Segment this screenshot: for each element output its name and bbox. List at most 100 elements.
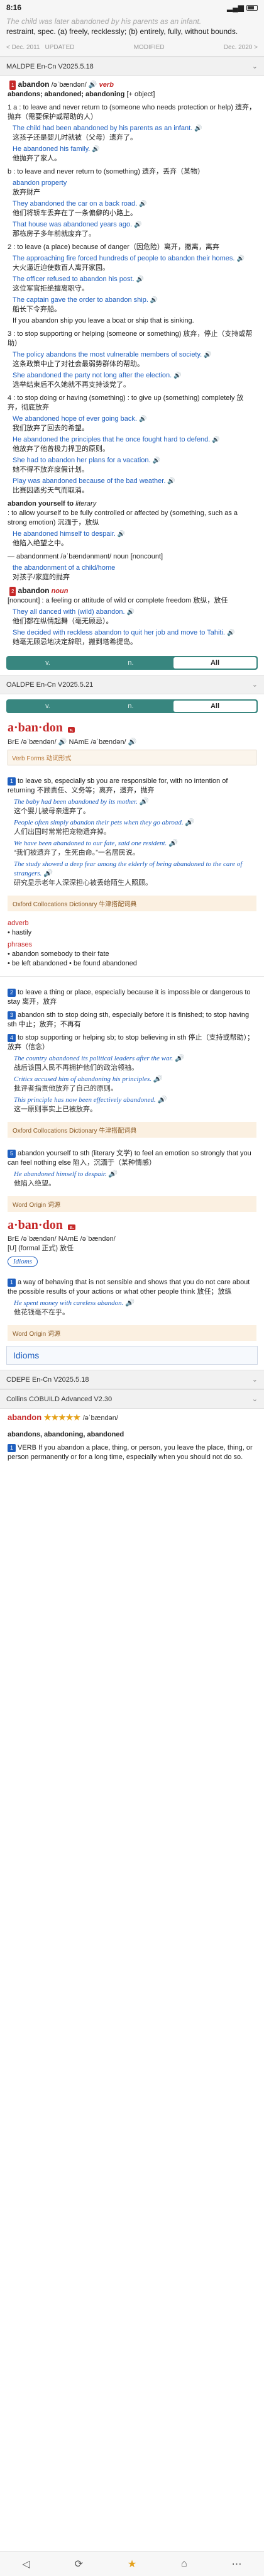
dict-title: CDEPE En-Cn V2025.5.18 <box>6 1375 89 1384</box>
modified-label: MODIFIED <box>133 44 165 51</box>
phrase-def: : to allow yourself to be fully controll… <box>8 509 238 526</box>
sense: b : to leave and never return to (someth… <box>8 168 205 175</box>
register-label: literary <box>75 500 97 508</box>
history-icon[interactable]: ⟳ <box>75 2558 83 2570</box>
dict-header-cobuild[interactable]: Collins COBUILD Advanced V2.30 ⌄ <box>0 1389 264 1409</box>
collocations-toggle[interactable]: Oxford Collocations Dictionary 牛津搭配词典 <box>8 896 256 911</box>
tab-all[interactable]: All <box>173 701 256 712</box>
cobuild-entry: abandons, abandoning, abandoned 1 VERB If… <box>8 1431 253 1461</box>
collocations-list: adverb • hastily phrases • abandon someb… <box>8 919 137 967</box>
example: abandon property 放弃财产 <box>13 179 67 196</box>
example: Play was abandoned because of the bad we… <box>13 477 175 494</box>
example: We abandoned hope of ever going back. 🔊 我们… <box>13 415 147 432</box>
signal-icon: ▂▄▆ <box>227 3 244 12</box>
noun-def: [noncount] : a feeling or attitude of wi… <box>8 597 228 604</box>
status-icons: ▂▄▆ <box>227 3 258 12</box>
battery-icon <box>246 4 258 11</box>
example: He abandoned himself to despair. 🔊 他陷入绝望。 <box>14 1170 118 1187</box>
sense: to leave sb, especially sb you are respo… <box>8 777 228 794</box>
home-icon[interactable]: ⌂ <box>181 2558 187 2570</box>
more-icon[interactable]: ⋯ <box>232 2558 242 2570</box>
example: This principle has now been effectively … <box>14 1096 167 1113</box>
cobuild-headword: abandon ★★★★★ /əˈbændən/ <box>8 1413 118 1422</box>
dict-header-oaldpe[interactable]: OALDPE En-Cn V2025.5.21 ⌄ <box>0 675 264 694</box>
example: She decided with reckless abandon to qui… <box>13 629 235 646</box>
oald-entry-2: 2 to leave a thing or place, especially b… <box>0 980 264 1118</box>
tab-noun[interactable]: n. <box>89 702 172 710</box>
example: the abandonment of a child/home 对孩子/家庭的抛弃 <box>13 564 116 581</box>
favorite-icon[interactable]: ★ <box>128 2558 136 2570</box>
frequency-stars: ★★★★★ <box>43 1413 81 1422</box>
collapse-icon[interactable]: ⌄ <box>252 680 258 689</box>
headword: abandon <box>18 80 50 89</box>
updated-label: UPDATED <box>45 44 75 51</box>
example: The approaching fire forced hundreds of … <box>13 255 245 272</box>
dict-title: Collins COBUILD Advanced V2.30 <box>6 1395 113 1403</box>
word-origin-toggle[interactable]: Word Origin 词源 <box>8 1196 256 1212</box>
prev-revision-link[interactable]: < Dec. 2011 <box>6 44 40 51</box>
noun-headword: a·ban·don n. <box>0 1216 264 1235</box>
speaker-icon[interactable]: 🔊 <box>89 81 97 89</box>
clock: 8:16 <box>6 3 22 12</box>
pronunciation: /əˈbændən/ <box>51 81 87 89</box>
tab-verb[interactable]: v. <box>6 702 89 710</box>
revision-nav: < Dec. 2011 UPDATED MODIFIED Dec. 2020 > <box>0 39 264 57</box>
example: The captain gave the order to abandon sh… <box>13 296 158 313</box>
phrase: abandon yourself to <box>8 500 74 508</box>
idioms-tag[interactable]: Idioms <box>8 1257 38 1267</box>
collapse-icon[interactable]: ⌄ <box>252 1375 258 1384</box>
example: People often simply abandon their pets w… <box>14 819 194 836</box>
headword: abandon <box>18 586 50 595</box>
noun-pron: BrE /əˈbændən/ NAmE /əˈbændən/ <box>8 1235 116 1243</box>
noun-usage: [U] (formal 正式) 放任 <box>8 1245 74 1252</box>
etymology-card: The child was later abandoned by his par… <box>0 15 264 39</box>
grammar-label: [+ object] <box>126 91 155 98</box>
collapse-icon[interactable]: ⌄ <box>252 62 258 70</box>
example: The baby had been abandoned by its mothe… <box>14 798 148 815</box>
next-revision-link[interactable]: Dec. 2020 > <box>224 44 258 51</box>
collapse-icon[interactable]: ⌄ <box>252 1395 258 1403</box>
sense: 2 : to leave (a place) because of danger… <box>8 243 219 251</box>
tab-noun[interactable]: n. <box>89 659 172 667</box>
example: The officer refused to abandon his post.… <box>13 275 145 292</box>
example: She had to abandon her plans for a vacat… <box>13 457 161 474</box>
example: They abandoned the car on a back road. 🔊 他… <box>13 200 147 217</box>
status-bar: 8:16 ▂▄▆ <box>0 0 264 15</box>
part-of-speech: verb <box>99 81 114 89</box>
entry-number-badge: 1 <box>9 80 16 90</box>
oald-entry: 1 to leave sb, especially sb you are resp… <box>0 769 264 892</box>
derived-form: — abandonment /əˈbændənmənt/ noun [nonco… <box>8 553 163 560</box>
word-origin-toggle[interactable]: Word Origin 词源 <box>8 1325 256 1341</box>
tab-verb[interactable]: v. <box>6 659 89 667</box>
example: She abandoned the party not long after t… <box>13 372 182 389</box>
noun-entry: 1a way of behaving that is not sensible … <box>0 1270 264 1321</box>
tab-all[interactable]: All <box>173 657 256 669</box>
dict-title: MALDPE En-Cn V2025.5.18 <box>6 62 94 70</box>
verb-forms: abandons; abandoned; abandoning <box>8 91 125 98</box>
oald-entry-3: 5 abandon yourself to sth (literary 文学) t… <box>0 1141 264 1192</box>
example: He spent money with careless abandon. 🔊 他… <box>14 1299 134 1316</box>
example: The child had been abandoned by his pare… <box>13 125 202 142</box>
sense: 1 a : to leave and never return to (some… <box>8 104 256 121</box>
maldpe-entry: 1 abandon /əˈbændən/ 🔊 verb abandons; ab… <box>8 80 256 646</box>
back-icon[interactable]: ◁ <box>22 2558 30 2570</box>
collocations-toggle[interactable]: Oxford Collocations Dictionary 牛津搭配词典 <box>8 1122 256 1138</box>
pos-tabs: v. n. All <box>6 656 258 670</box>
part-of-speech: noun <box>51 587 69 595</box>
example: We have been abandoned to our fate, said… <box>14 840 177 857</box>
dict-header-maldpe[interactable]: MALDPE En-Cn V2025.5.18 ⌄ <box>0 57 264 76</box>
example: He abandoned his family. 🔊 他抛弃了家人。 <box>13 145 100 162</box>
pronunciation: BrE /əˈbændən/ 🔊 NAmE /əˈbændən/ 🔊 <box>8 738 137 746</box>
example: They all danced with (wild) abandon. 🔊 他们都… <box>13 608 135 625</box>
idioms-section[interactable]: Idioms <box>6 1346 258 1365</box>
dict-header-cdepe[interactable]: CDEPE En-Cn V2025.5.18 ⌄ <box>0 1370 264 1389</box>
dict-title: OALDPE En-Cn V2025.5.21 <box>6 680 94 689</box>
headword: a·ban·don v. <box>0 718 264 738</box>
verb-forms-toggle[interactable]: Verb Forms 动词形式 <box>8 750 256 765</box>
etymology-text: restraint, spec. (a) freely, recklessly;… <box>6 27 238 36</box>
sense: 3 : to stop supporting or helping (someo… <box>8 330 253 347</box>
example: Critics accused him of abandoning his pr… <box>14 1075 162 1092</box>
example: The study showed a deep fear among the e… <box>14 860 243 887</box>
bottom-nav: ◁ ⟳ ★ ⌂ ⋯ <box>0 2551 264 2576</box>
faded-example: The child was later abandoned by his par… <box>6 17 202 26</box>
